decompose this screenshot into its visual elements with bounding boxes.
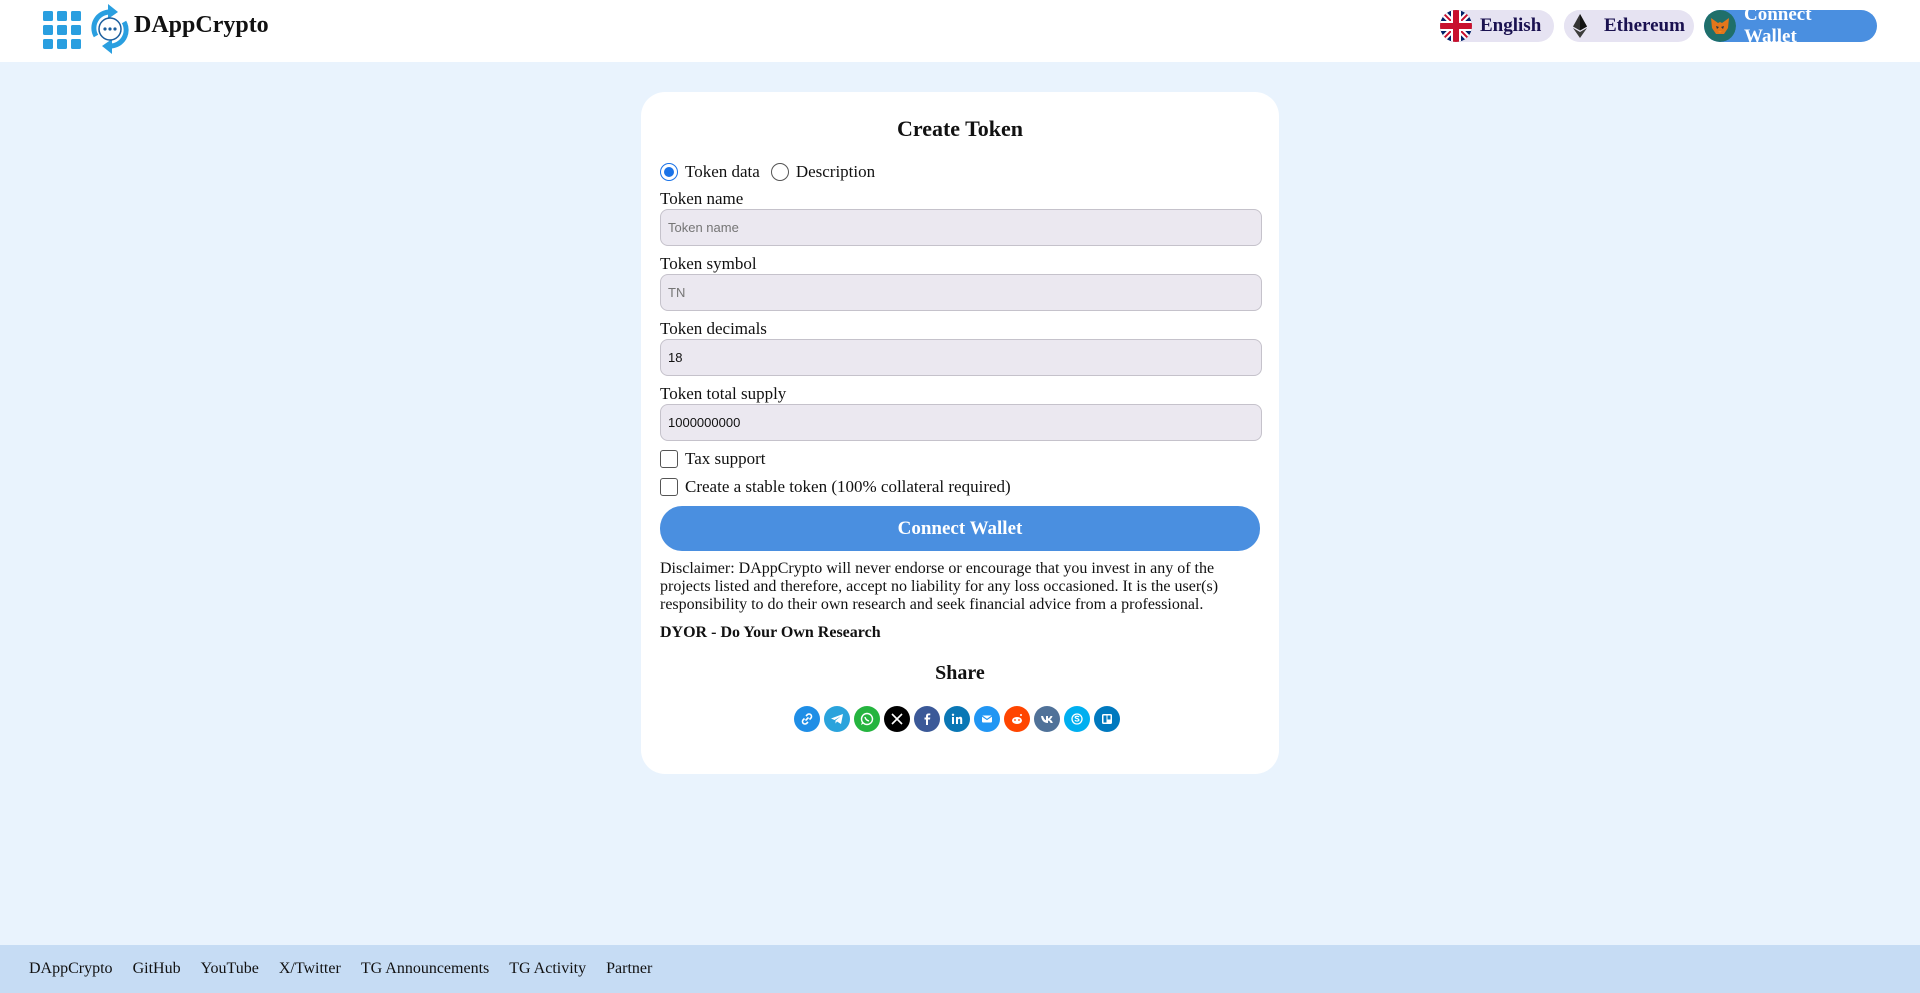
network-label: Ethereum [1604, 15, 1685, 36]
dappcrypto-logo-icon[interactable] [90, 4, 130, 54]
tab-selector: Token data Description [660, 161, 886, 183]
brand-name[interactable]: DAppCrypto [134, 12, 269, 39]
ethereum-icon [1564, 10, 1596, 42]
apps-grid-icon[interactable] [43, 11, 81, 49]
footer-link-tg-announcements[interactable]: TG Announcements [361, 960, 489, 978]
token-supply-input[interactable] [660, 404, 1262, 441]
token-decimals-input[interactable] [660, 339, 1262, 376]
x-twitter-icon[interactable] [884, 706, 910, 732]
create-token-card: Create Token Token data Description Toke… [641, 92, 1279, 774]
network-selector[interactable]: Ethereum [1564, 10, 1694, 42]
reddit-icon[interactable] [1004, 706, 1030, 732]
footer-link-partner[interactable]: Partner [606, 960, 652, 978]
top-bar: DAppCrypto English Ethereum Connect Wall… [0, 0, 1920, 62]
token-data-radio[interactable] [660, 163, 678, 181]
stable-token-row: Create a stable token (100% collateral r… [660, 477, 1011, 497]
metamask-fox-icon [1704, 10, 1736, 42]
token-name-input[interactable] [660, 209, 1262, 246]
stable-token-label[interactable]: Create a stable token (100% collateral r… [685, 477, 1011, 497]
telegram-icon[interactable] [824, 706, 850, 732]
language-label: English [1480, 15, 1542, 36]
connect-wallet-label: Connect Wallet [1744, 4, 1812, 47]
vk-icon[interactable] [1034, 706, 1060, 732]
linkedin-icon[interactable] [944, 706, 970, 732]
uk-flag-icon [1440, 10, 1472, 42]
connect-wallet-submit-button[interactable]: Connect Wallet [660, 506, 1260, 551]
tax-support-checkbox[interactable] [660, 450, 678, 468]
facebook-icon[interactable] [914, 706, 940, 732]
token-data-label[interactable]: Token data [685, 162, 760, 182]
dyor-text: DYOR - Do Your Own Research [660, 624, 881, 641]
token-name-label: Token name [660, 189, 744, 208]
tax-support-label[interactable]: Tax support [685, 449, 766, 469]
description-radio[interactable] [770, 163, 789, 181]
skype-icon[interactable] [1064, 706, 1090, 732]
disclaimer-text: Disclaimer: DAppCrypto will never endors… [660, 560, 1219, 613]
stable-token-checkbox[interactable] [660, 478, 678, 496]
connect-wallet-button[interactable]: Connect Wallet [1704, 4, 1877, 47]
footer-link-tg-activity[interactable]: TG Activity [509, 960, 586, 978]
tax-support-row: Tax support [660, 449, 766, 469]
footer: DAppCrypto GitHub YouTube X/Twitter TG A… [0, 945, 1920, 993]
whatsapp-icon[interactable] [854, 706, 880, 732]
token-symbol-input[interactable] [660, 274, 1262, 311]
token-symbol-label: Token symbol [660, 254, 757, 273]
language-selector[interactable]: English [1440, 10, 1554, 42]
share-icons [794, 706, 1124, 732]
footer-link-x-twitter[interactable]: X/Twitter [279, 960, 341, 978]
footer-link-dappcrypto[interactable]: DAppCrypto [29, 960, 113, 978]
token-decimals-label: Token decimals [660, 319, 767, 338]
email-icon[interactable] [974, 706, 1000, 732]
share-title: Share [935, 662, 985, 684]
description-label[interactable]: Description [796, 162, 875, 182]
trello-icon[interactable] [1094, 706, 1120, 732]
footer-link-github[interactable]: GitHub [133, 960, 181, 978]
token-supply-label: Token total supply [660, 384, 787, 403]
footer-link-youtube[interactable]: YouTube [201, 960, 259, 978]
card-title: Create Token [896, 116, 1024, 141]
link-icon[interactable] [794, 706, 820, 732]
